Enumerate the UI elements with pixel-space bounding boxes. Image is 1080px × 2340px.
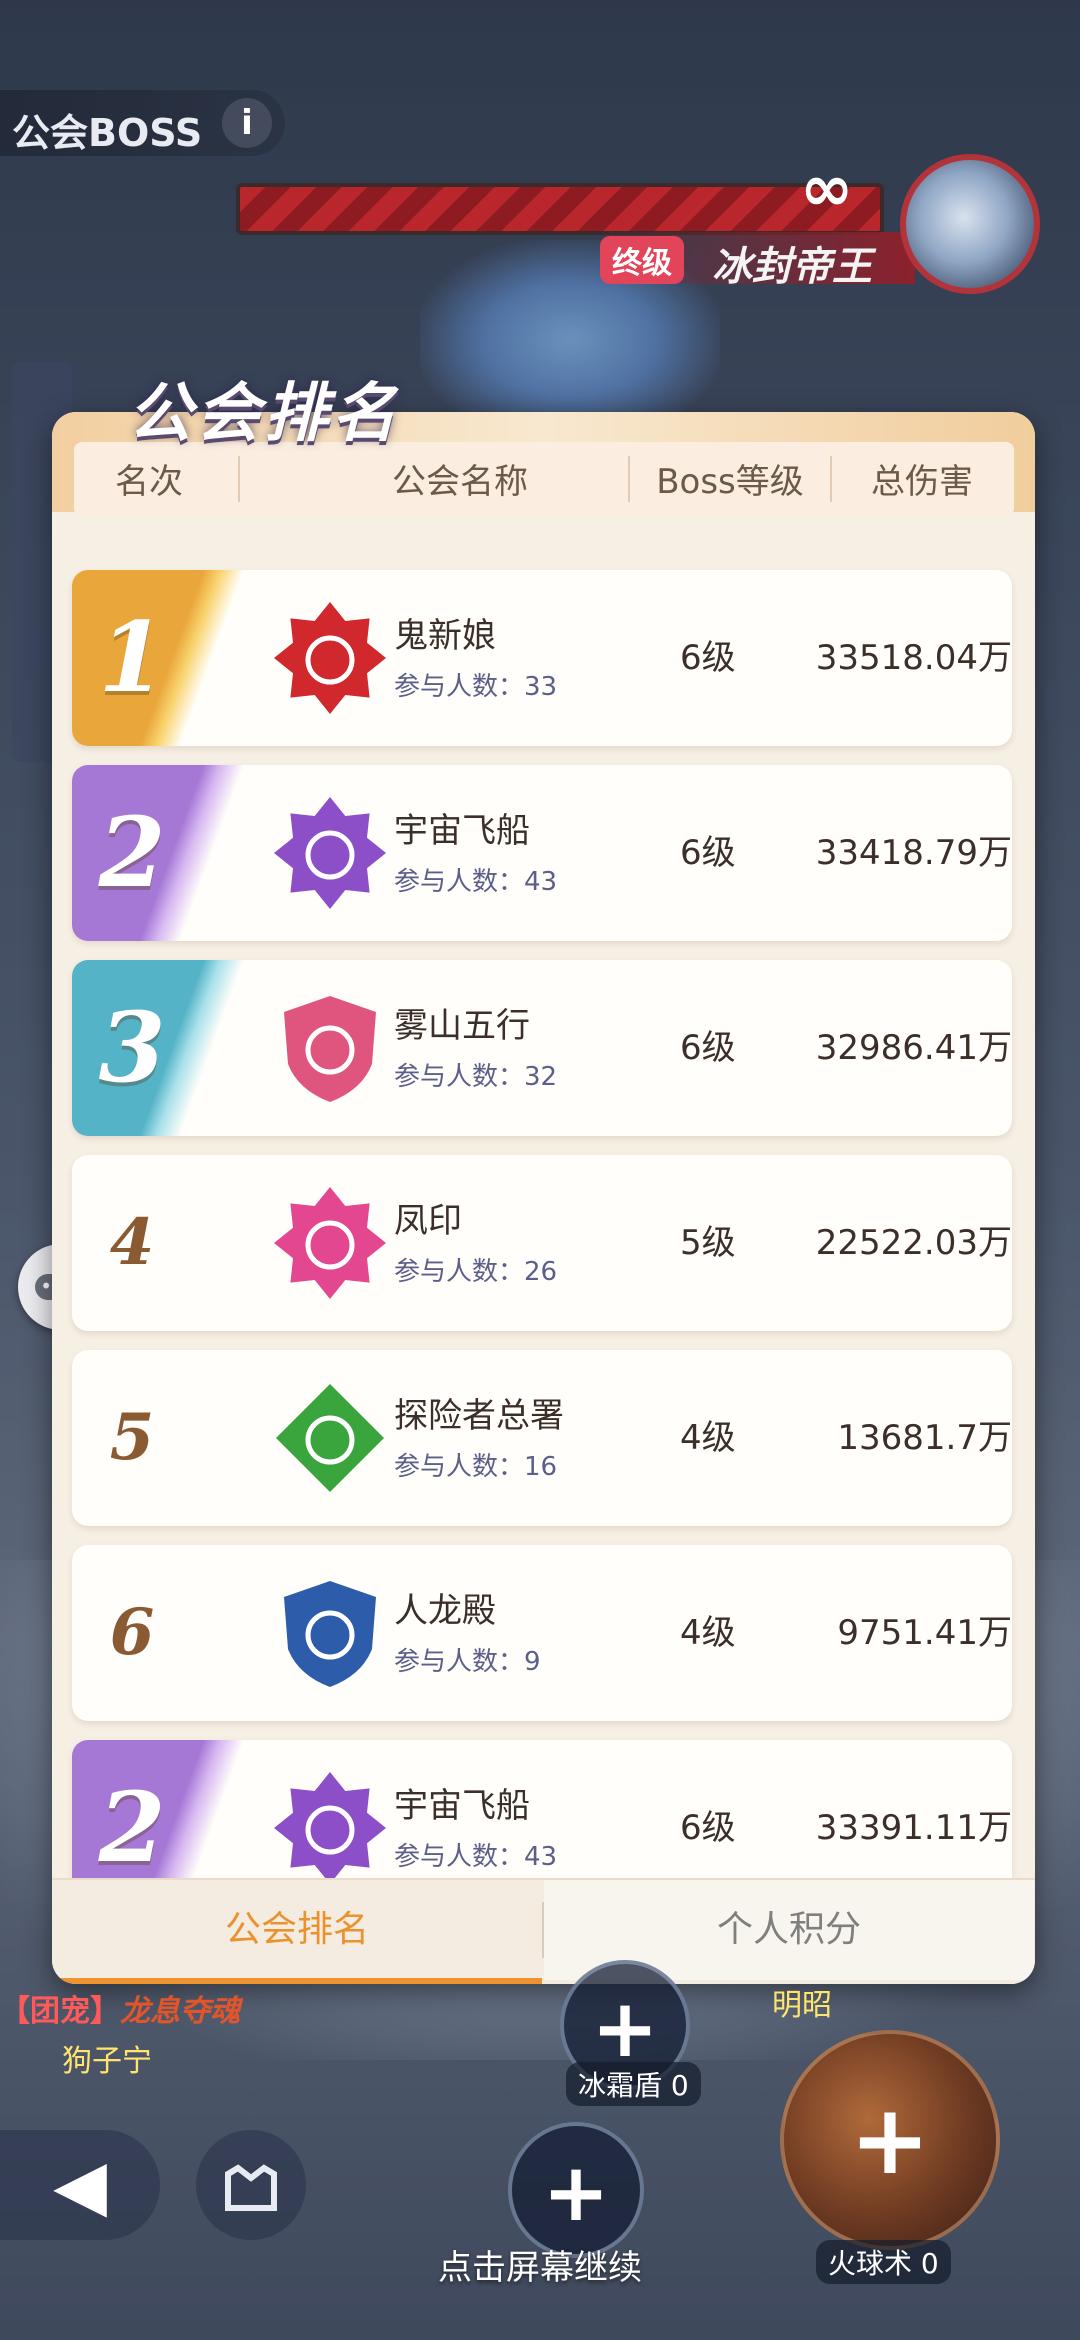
rank-number: 6 [109, 1595, 155, 1670]
pink-flame-shield-icon [272, 990, 388, 1106]
skill-fireball-button[interactable]: + [780, 2030, 1000, 2250]
ranking-row[interactable]: 5 探险者总署参与人数：16 4级 13681.7万 [72, 1350, 1012, 1526]
rank-number: 1 [98, 601, 166, 714]
plus-icon: + [542, 2146, 610, 2239]
boss-level: 6级 [680, 833, 736, 873]
home-icon [225, 2164, 277, 2211]
skill-haste-button[interactable]: + [508, 2122, 644, 2258]
continue-hint[interactable]: 点击屏幕继续 [0, 2240, 1080, 2289]
guild-members: 参与人数：33 [394, 672, 558, 702]
boss-level: 4级 [680, 1613, 736, 1653]
other-player-name: 明昭 [772, 1988, 832, 2023]
green-cloud-emblem-icon [272, 1380, 388, 1496]
boss-portrait-avatar [900, 154, 1040, 294]
tab-guild-ranking[interactable]: 公会排名 [52, 1880, 542, 1980]
guild-name: 凤印 [394, 1201, 462, 1241]
total-damage: 33418.79万 [815, 833, 1012, 873]
rank-number: 3 [98, 991, 166, 1104]
ranking-row[interactable]: 4 凤印参与人数：26 5级 22522.03万 [72, 1155, 1012, 1331]
info-icon[interactable]: i [222, 98, 272, 148]
blue-sword-shield-icon [272, 1575, 388, 1691]
home-button[interactable] [196, 2130, 306, 2240]
total-damage: 13681.7万 [837, 1418, 1012, 1458]
guild-boss-tag: 公会BOSS i [0, 90, 285, 156]
guild-name: 探险者总署 [394, 1396, 564, 1436]
boss-hp-bar [236, 183, 884, 235]
page-title: 公会排名 [128, 377, 400, 451]
guild-members: 参与人数：43 [394, 867, 558, 897]
total-damage: 9751.41万 [837, 1613, 1012, 1653]
guild-name: 鬼新娘 [394, 616, 496, 656]
back-arrow-icon[interactable]: ◀ [0, 2130, 160, 2240]
skill-ice-shield-count: 0 [670, 2069, 689, 2102]
boss-level: 4级 [680, 1418, 736, 1458]
ranking-row[interactable]: 3 雾山五行参与人数：32 6级 32986.41万 [72, 960, 1012, 1136]
player-name: 狗子宁 [62, 2044, 152, 2079]
boss-name: 冰封帝王 [712, 244, 872, 290]
guild-members: 参与人数：43 [394, 1842, 558, 1872]
ranking-row[interactable]: 1 鬼新娘参与人数：33 6级 33518.04万 [72, 570, 1012, 746]
total-damage: 22522.03万 [815, 1223, 1012, 1263]
pink-crown-emblem-icon [272, 1185, 388, 1301]
guild-name: 人龙殿 [394, 1591, 496, 1631]
boss-hp-infinity: ∞ [800, 152, 854, 226]
purple-cat-emblem-icon [272, 1770, 388, 1886]
header-total-damage: 总伤害 [871, 461, 973, 502]
player-tag: 【团宠】 [0, 1994, 120, 2029]
total-damage: 33518.04万 [815, 638, 1012, 678]
rank-number: 5 [109, 1400, 155, 1475]
guild-members: 参与人数：16 [394, 1452, 558, 1482]
boss-tier-badge: 终级 [600, 236, 684, 284]
guild-ranking-panel: 名次 公会名称 Boss等级 总伤害 1 鬼新娘 参与人数：33 6级 33518.04… [52, 412, 1035, 1984]
rank-number: 4 [109, 1205, 155, 1280]
rank-number: 2 [98, 796, 166, 909]
guild-name: 宇宙飞船 [394, 811, 530, 851]
skill-ice-shield-label: 冰霜盾 0 [566, 2062, 701, 2106]
plus-icon: + [849, 2084, 931, 2196]
header-boss-level: Boss等级 [656, 461, 804, 502]
ranking-row[interactable]: 2 宇宙飞船参与人数：43 6级 33418.79万 [72, 765, 1012, 941]
tab-bar: 公会排名 个人积分 [52, 1878, 1035, 1984]
red-star-cloud-emblem-icon [272, 600, 388, 716]
guild-members: 参与人数：32 [394, 1062, 558, 1092]
guild-boss-label: 公会BOSS [12, 111, 203, 155]
guild-name: 雾山五行 [394, 1006, 530, 1046]
active-tab-indicator [52, 1978, 542, 1984]
guild-members: 参与人数：9 [394, 1647, 541, 1677]
guild-members: 参与人数：26 [394, 1257, 558, 1287]
total-damage: 32986.41万 [815, 1028, 1012, 1068]
ranking-row[interactable]: 6 人龙殿参与人数：9 4级 9751.41万 [72, 1545, 1012, 1721]
purple-cat-emblem-icon [272, 795, 388, 911]
boss-level: 5级 [680, 1223, 736, 1263]
guild-name: 宇宙飞船 [394, 1786, 530, 1826]
boss-level: 6级 [680, 638, 736, 678]
boss-level: 6级 [680, 1028, 736, 1068]
player-title: 龙息夺魂 [120, 1994, 240, 2029]
skill-ice-shield-name: 冰霜盾 [578, 2069, 663, 2102]
